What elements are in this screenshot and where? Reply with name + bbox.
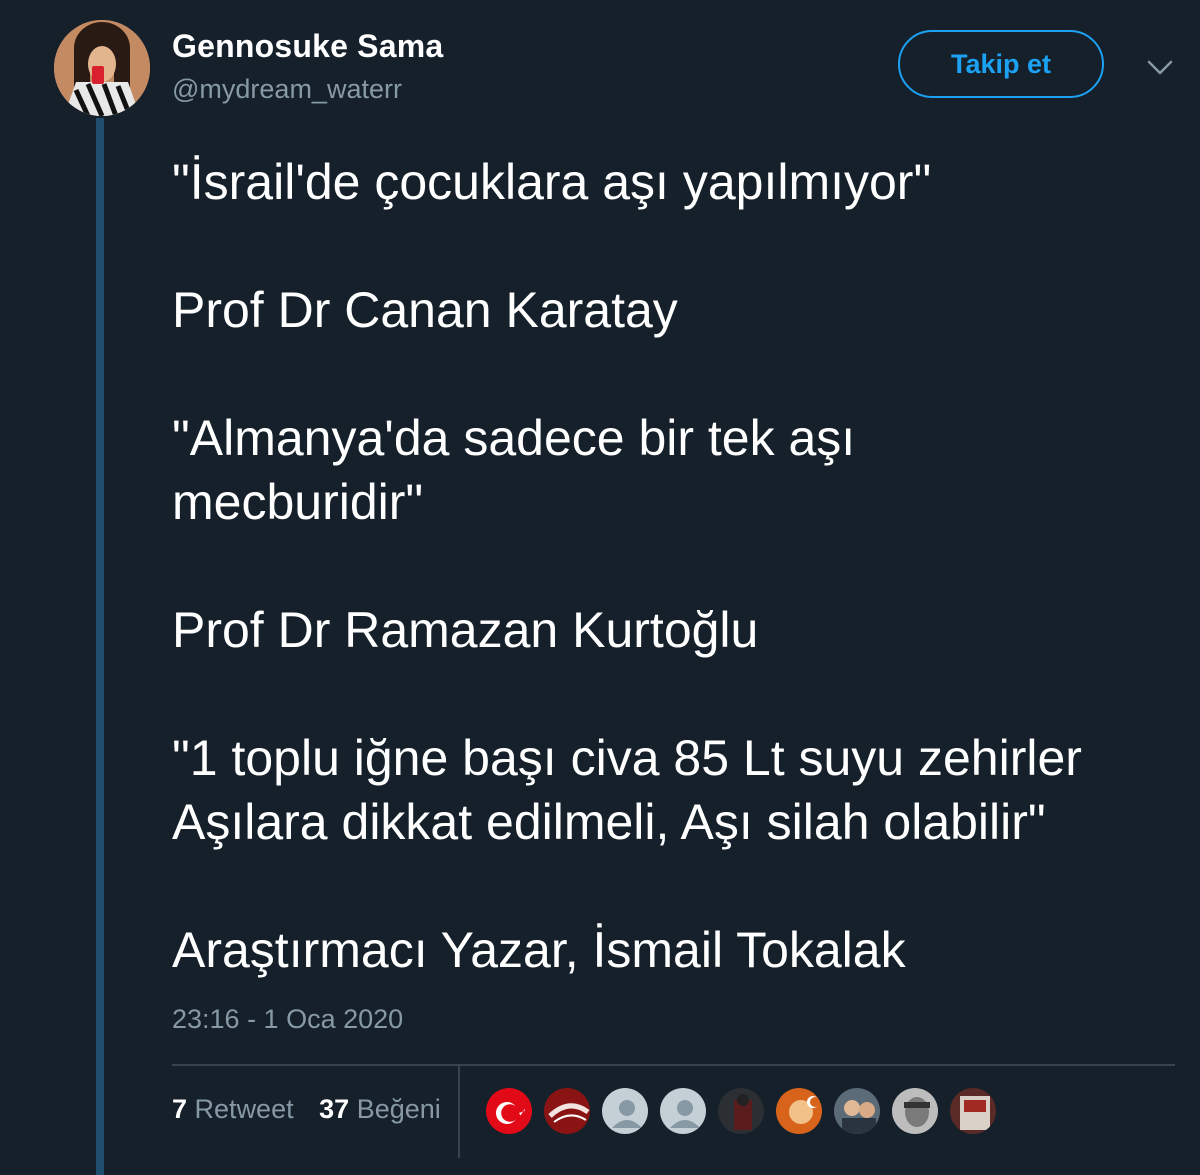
engagement-stats: 7 Retweet 37 Beğeni [172,1094,459,1125]
like-count-link[interactable]: 37 Beğeni [319,1094,441,1124]
retweet-count: 7 [172,1094,188,1124]
tweet-line: Araştırmacı Yazar, İsmail Tokalak [172,922,906,978]
retweet-count-link[interactable]: 7 Retweet [172,1094,294,1124]
tweet-line: "1 toplu iğne başı civa 85 Lt suyu zehir… [172,730,1082,786]
chevron-down-icon[interactable] [1146,58,1174,78]
thread-line [96,118,104,1175]
default-profile-avatar[interactable] [600,1086,650,1136]
default-profile-avatar[interactable] [658,1086,708,1136]
flag-portrait-avatar[interactable] [774,1086,824,1136]
tweet-line: "Almanya'da sadece bir tek aşı [172,410,856,466]
tweet-line: Aşılara dikkat edilmeli, Aşı silah olabi… [172,794,1046,850]
tweet-line: Prof Dr Ramazan Kurtoğlu [172,602,759,658]
divider [172,1064,1175,1066]
tweet-line: "İsrail'de çocuklara aşı yapılmıyor" [172,154,932,210]
author-avatar[interactable] [54,20,150,116]
red-logo-avatar[interactable] [542,1086,592,1136]
tweet-text: "İsrail'de çocuklara aşı yapılmıyor" Pro… [172,150,1182,982]
follow-button[interactable]: Takip et [898,30,1104,98]
red-poster-avatar[interactable] [948,1086,998,1136]
author-name[interactable]: Gennosuke Sama [172,28,443,65]
tweet-timestamp[interactable]: 23:16 - 1 Oca 2020 [172,1004,403,1035]
portrait-bw-avatar[interactable] [890,1086,940,1136]
dark-photo-avatar[interactable] [716,1086,766,1136]
like-label: Beğeni [356,1094,441,1124]
tweet-line: mecburidir" [172,474,424,530]
tweet-line: Prof Dr Canan Karatay [172,282,678,338]
like-count: 37 [319,1094,350,1124]
couple-photo-avatar[interactable] [832,1086,882,1136]
retweet-label: Retweet [194,1094,294,1124]
author-handle[interactable]: @mydream_waterr [172,74,402,105]
turkish-flag-avatar[interactable] [484,1086,534,1136]
